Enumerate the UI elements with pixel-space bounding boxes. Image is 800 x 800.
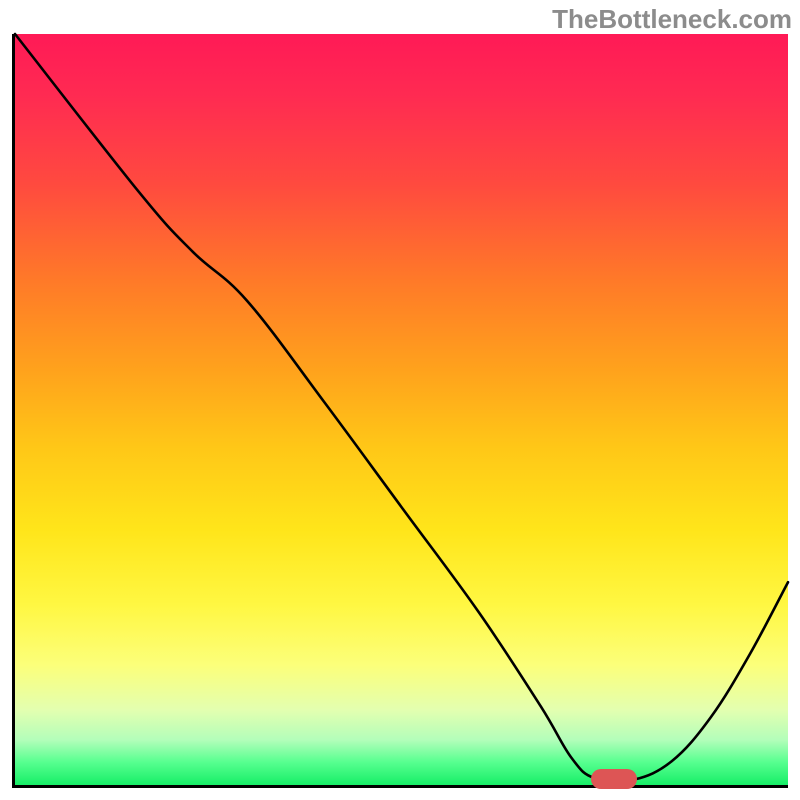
- optimal-marker: [591, 769, 637, 789]
- watermark-text: TheBottleneck.com: [552, 4, 792, 35]
- curve-layer: [15, 34, 788, 785]
- bottleneck-curve: [15, 34, 788, 782]
- chart-container: TheBottleneck.com: [0, 0, 800, 800]
- plot-area: [12, 34, 788, 788]
